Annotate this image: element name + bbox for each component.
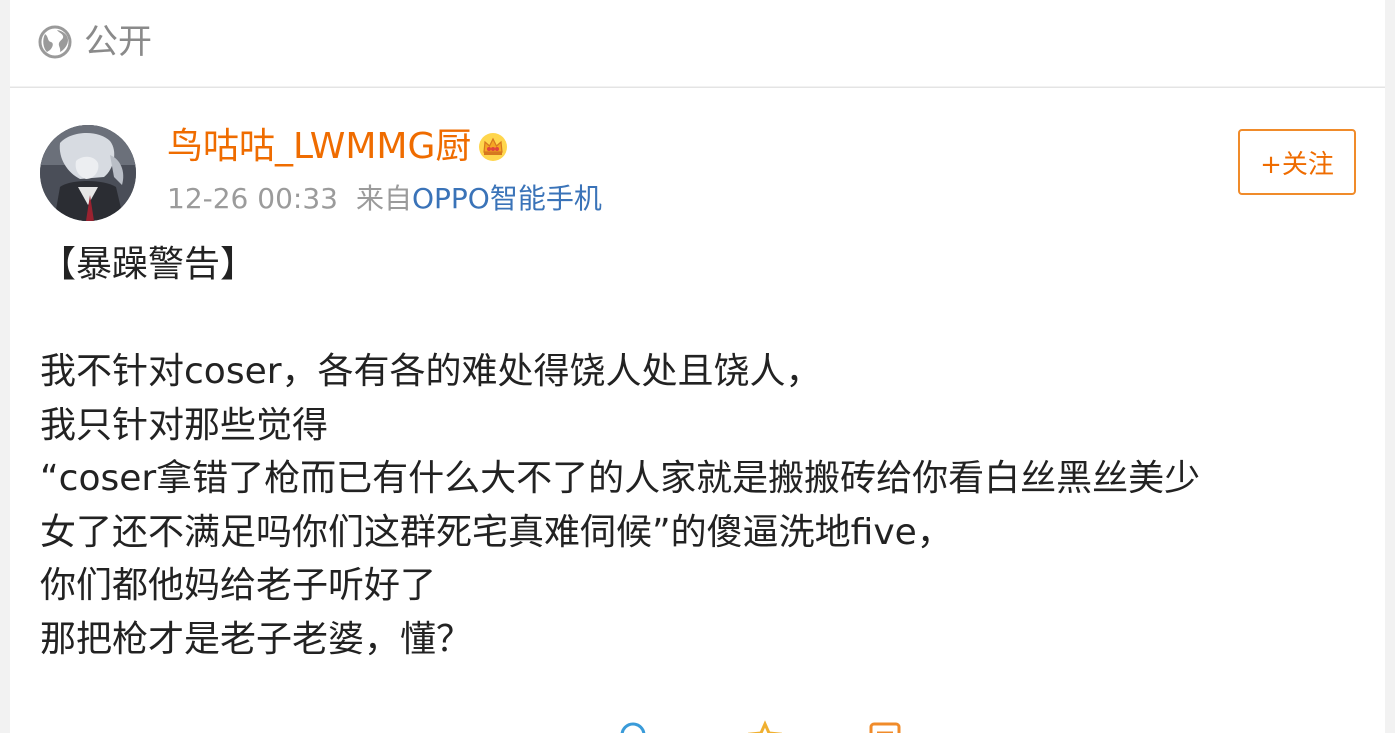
avatar-image — [40, 125, 136, 221]
follow-button[interactable]: +关注 — [1238, 129, 1356, 195]
author-row: 鸟咕咕_LWMMG厨 — [167, 126, 509, 168]
visibility-bar: 公开 — [10, 0, 1385, 86]
avatar[interactable] — [40, 125, 136, 221]
post-line: 你们都他妈给老子听好了 — [40, 565, 437, 606]
post-line-blank — [40, 292, 1360, 346]
weibo-post-page: 公开 鸟咕咕_LWMMG厨 12-26 00:33 来自OPPO智能手机 +关注… — [0, 0, 1395, 733]
post-timestamp: 12-26 00:33 — [167, 182, 338, 215]
post-line: 【暴躁警告】 — [40, 244, 257, 285]
like-icon[interactable] — [748, 720, 782, 733]
action-bar — [10, 720, 1385, 733]
post-line: 我只针对那些觉得 — [40, 404, 329, 446]
comment-icon[interactable] — [868, 720, 902, 733]
search-icon[interactable] — [618, 720, 652, 733]
crown-icon[interactable] — [477, 131, 509, 163]
post-line: 我不针对coser，各有各的难处得饶人处且饶人， — [40, 351, 822, 392]
visibility-label: 公开 — [84, 22, 152, 62]
source-device-link[interactable]: OPPO智能手机 — [412, 182, 602, 215]
post-line: 女了还不满足吗你们这群死宅真难伺候”的傻逼洗地five， — [40, 511, 953, 553]
post-meta: 12-26 00:33 来自OPPO智能手机 — [167, 182, 602, 216]
post-body: 【暴躁警告】 我不针对coser，各有各的难处得饶人处且饶人， 我只针对那些觉得… — [40, 238, 1360, 666]
source-prefix: 来自 — [355, 182, 412, 215]
visibility-indicator[interactable]: 公开 — [38, 24, 152, 60]
post-line: 那把枪才是老子老婆，懂？ — [40, 618, 473, 660]
author-name[interactable]: 鸟咕咕_LWMMG厨 — [167, 126, 471, 168]
post-line: “coser拿错了枪而已有什么大不了的人家就是搬搬砖给你看白丝黑丝美少 — [40, 458, 1201, 499]
globe-icon — [38, 25, 72, 59]
post-card: 鸟咕咕_LWMMG厨 12-26 00:33 来自OPPO智能手机 +关注 【暴躁… — [10, 87, 1385, 733]
